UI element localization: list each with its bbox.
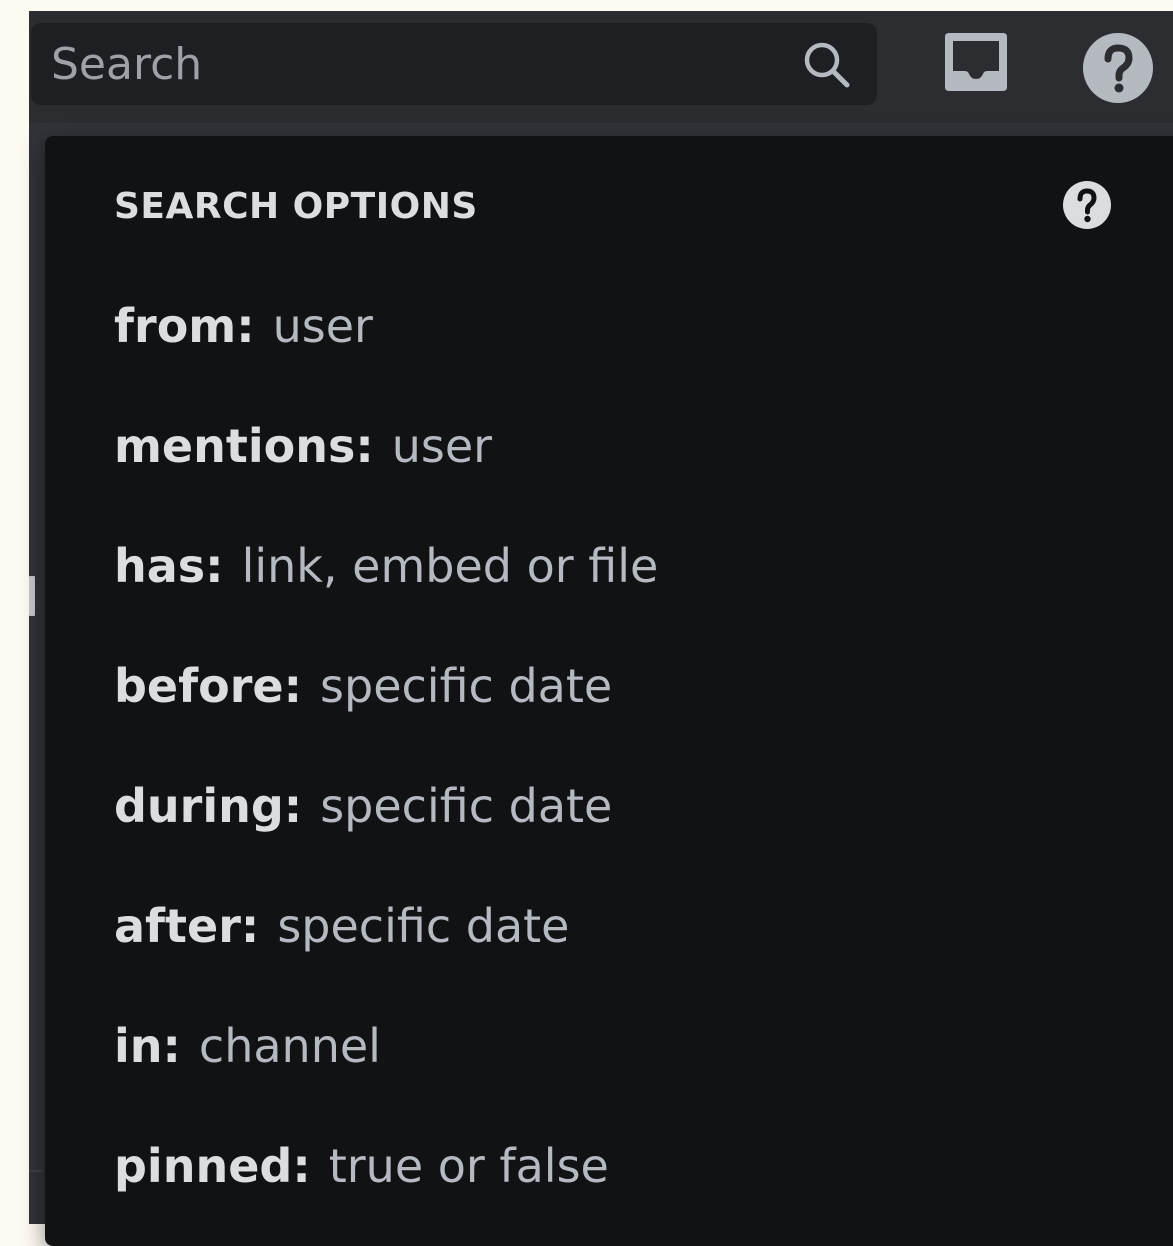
option-key: before:: [114, 659, 303, 713]
search-option-list: from: user mentions: user has: link, emb…: [114, 266, 658, 1226]
background-content-fragment: [29, 576, 35, 616]
top-bar: [29, 11, 1173, 123]
search-option-has[interactable]: has: link, embed or file: [114, 506, 658, 626]
search-options-popup: SEARCH OPTIONS from: user mentions: user…: [45, 136, 1173, 1246]
help-icon[interactable]: [1081, 31, 1155, 105]
option-value: user: [391, 419, 493, 473]
option-key: pinned:: [114, 1139, 311, 1193]
option-key: mentions:: [114, 419, 374, 473]
search-option-mentions[interactable]: mentions: user: [114, 386, 658, 506]
option-key: in:: [114, 1019, 181, 1073]
option-value: channel: [198, 1019, 381, 1073]
search-option-after[interactable]: after: specific date: [114, 866, 658, 986]
option-key: after:: [114, 899, 260, 953]
option-value: true or false: [328, 1139, 609, 1193]
search-box[interactable]: [31, 23, 877, 105]
search-options-title: SEARCH OPTIONS: [114, 186, 478, 227]
option-key: has:: [114, 539, 224, 593]
search-option-from[interactable]: from: user: [114, 266, 658, 386]
search-option-in[interactable]: in: channel: [114, 986, 658, 1106]
option-value: specific date: [277, 899, 570, 953]
search-option-before[interactable]: before: specific date: [114, 626, 658, 746]
search-icon[interactable]: [801, 39, 853, 91]
option-key: from:: [114, 299, 255, 353]
option-key: during:: [114, 779, 303, 833]
option-value: specific date: [320, 779, 613, 833]
search-input[interactable]: [51, 23, 791, 105]
inbox-icon[interactable]: [941, 27, 1011, 97]
search-option-during[interactable]: during: specific date: [114, 746, 658, 866]
option-value: specific date: [320, 659, 613, 713]
help-icon[interactable]: [1062, 180, 1112, 230]
background-divider: [29, 1170, 43, 1172]
option-value: user: [272, 299, 373, 353]
search-option-pinned[interactable]: pinned: true or false: [114, 1106, 658, 1226]
option-value: link, embed or file: [241, 539, 659, 593]
